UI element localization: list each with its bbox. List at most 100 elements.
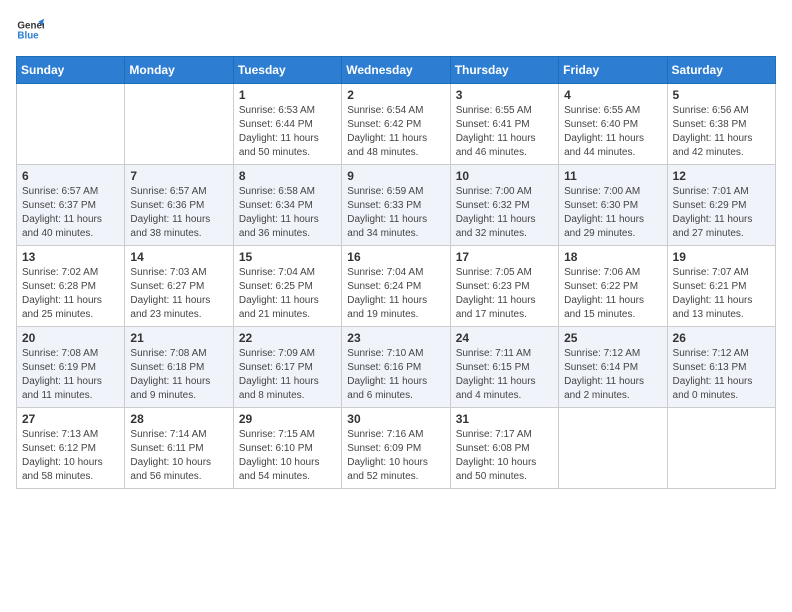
calendar-cell: 1Sunrise: 6:53 AM Sunset: 6:44 PM Daylig… (233, 84, 341, 165)
day-number: 9 (347, 169, 444, 183)
svg-text:Blue: Blue (17, 30, 39, 41)
calendar-cell: 21 Sunrise: 7:08 AM Sunset: 6:18 PM Dayli… (125, 327, 233, 408)
calendar-cell (667, 408, 775, 489)
day-number: 6 (22, 169, 119, 183)
day-number: 17 (456, 250, 553, 264)
calendar-header-sunday: Sunday (17, 57, 125, 84)
day-info: Sunrise: 7:08 AM Sunset: 6:18 PM Dayligh… (130, 347, 227, 403)
calendar-cell: 29Sunrise: 7:15 AM Sunset: 6:10 PM Dayli… (233, 408, 341, 489)
logo: General Blue (16, 16, 48, 44)
calendar-cell: 27 Sunrise: 7:13 AM Sunset: 6:12 PM Dayli… (17, 408, 125, 489)
calendar-cell: 6 Sunrise: 6:57 AM Sunset: 6:37 PM Daylig… (17, 165, 125, 246)
calendar-cell: 26Sunrise: 7:12 AM Sunset: 6:13 PM Dayli… (667, 327, 775, 408)
calendar-cell: 7 Sunrise: 6:57 AM Sunset: 6:36 PM Daylig… (125, 165, 233, 246)
day-info: Sunrise: 7:09 AM Sunset: 6:17 PM Dayligh… (239, 347, 336, 403)
day-number: 3 (456, 88, 553, 102)
calendar-cell: 13 Sunrise: 7:02 AM Sunset: 6:28 PM Dayli… (17, 246, 125, 327)
day-info: Sunrise: 7:11 AM Sunset: 6:15 PM Dayligh… (456, 347, 553, 403)
day-number: 5 (673, 88, 770, 102)
day-info: Sunrise: 7:04 AM Sunset: 6:24 PM Dayligh… (347, 266, 444, 322)
day-number: 18 (564, 250, 661, 264)
day-info: Sunrise: 7:00 AM Sunset: 6:30 PM Dayligh… (564, 185, 661, 241)
day-number: 12 (673, 169, 770, 183)
day-info: Sunrise: 6:55 AM Sunset: 6:41 PM Dayligh… (456, 104, 553, 160)
day-info: Sunrise: 7:05 AM Sunset: 6:23 PM Dayligh… (456, 266, 553, 322)
calendar-cell: 2 Sunrise: 6:54 AM Sunset: 6:42 PM Daylig… (342, 84, 450, 165)
day-number: 28 (130, 412, 227, 426)
calendar-header-monday: Monday (125, 57, 233, 84)
calendar-cell: 24 Sunrise: 7:11 AM Sunset: 6:15 PM Dayli… (450, 327, 558, 408)
day-number: 14 (130, 250, 227, 264)
day-number: 10 (456, 169, 553, 183)
day-info: Sunrise: 7:16 AM Sunset: 6:09 PM Dayligh… (347, 428, 444, 484)
day-info: Sunrise: 7:10 AM Sunset: 6:16 PM Dayligh… (347, 347, 444, 403)
calendar-week-1: 1Sunrise: 6:53 AM Sunset: 6:44 PM Daylig… (17, 84, 776, 165)
calendar-cell: 22 Sunrise: 7:09 AM Sunset: 6:17 PM Dayli… (233, 327, 341, 408)
day-number: 2 (347, 88, 444, 102)
day-info: Sunrise: 7:03 AM Sunset: 6:27 PM Dayligh… (130, 266, 227, 322)
calendar-cell: 15Sunrise: 7:04 AM Sunset: 6:25 PM Dayli… (233, 246, 341, 327)
day-number: 11 (564, 169, 661, 183)
day-info: Sunrise: 7:07 AM Sunset: 6:21 PM Dayligh… (673, 266, 770, 322)
day-info: Sunrise: 7:12 AM Sunset: 6:13 PM Dayligh… (673, 347, 770, 403)
calendar-cell: 19 Sunrise: 7:07 AM Sunset: 6:21 PM Dayli… (667, 246, 775, 327)
calendar-cell: 23 Sunrise: 7:10 AM Sunset: 6:16 PM Dayli… (342, 327, 450, 408)
day-info: Sunrise: 7:15 AM Sunset: 6:10 PM Dayligh… (239, 428, 336, 484)
calendar-header-thursday: Thursday (450, 57, 558, 84)
day-info: Sunrise: 7:08 AM Sunset: 6:19 PM Dayligh… (22, 347, 119, 403)
calendar-header-friday: Friday (559, 57, 667, 84)
calendar-header-wednesday: Wednesday (342, 57, 450, 84)
day-number: 25 (564, 331, 661, 345)
day-number: 16 (347, 250, 444, 264)
logo-icon: General Blue (16, 16, 44, 44)
calendar-cell: 31 Sunrise: 7:17 AM Sunset: 6:08 PM Dayli… (450, 408, 558, 489)
calendar-cell (17, 84, 125, 165)
calendar-cell: 28 Sunrise: 7:14 AM Sunset: 6:11 PM Dayli… (125, 408, 233, 489)
day-number: 1 (239, 88, 336, 102)
calendar-week-4: 20 Sunrise: 7:08 AM Sunset: 6:19 PM Dayli… (17, 327, 776, 408)
day-number: 30 (347, 412, 444, 426)
day-info: Sunrise: 6:58 AM Sunset: 6:34 PM Dayligh… (239, 185, 336, 241)
day-number: 24 (456, 331, 553, 345)
day-number: 13 (22, 250, 119, 264)
calendar-week-3: 13 Sunrise: 7:02 AM Sunset: 6:28 PM Dayli… (17, 246, 776, 327)
day-info: Sunrise: 6:57 AM Sunset: 6:36 PM Dayligh… (130, 185, 227, 241)
calendar-cell (559, 408, 667, 489)
day-number: 8 (239, 169, 336, 183)
day-number: 19 (673, 250, 770, 264)
calendar-cell: 4Sunrise: 6:55 AM Sunset: 6:40 PM Daylig… (559, 84, 667, 165)
day-info: Sunrise: 7:14 AM Sunset: 6:11 PM Dayligh… (130, 428, 227, 484)
day-info: Sunrise: 6:55 AM Sunset: 6:40 PM Dayligh… (564, 104, 661, 160)
calendar-cell: 20 Sunrise: 7:08 AM Sunset: 6:19 PM Dayli… (17, 327, 125, 408)
day-info: Sunrise: 7:17 AM Sunset: 6:08 PM Dayligh… (456, 428, 553, 484)
day-number: 20 (22, 331, 119, 345)
day-info: Sunrise: 6:54 AM Sunset: 6:42 PM Dayligh… (347, 104, 444, 160)
calendar-cell: 9Sunrise: 6:59 AM Sunset: 6:33 PM Daylig… (342, 165, 450, 246)
day-number: 15 (239, 250, 336, 264)
day-info: Sunrise: 7:02 AM Sunset: 6:28 PM Dayligh… (22, 266, 119, 322)
day-number: 7 (130, 169, 227, 183)
calendar-cell: 11 Sunrise: 7:00 AM Sunset: 6:30 PM Dayli… (559, 165, 667, 246)
calendar-cell: 10 Sunrise: 7:00 AM Sunset: 6:32 PM Dayli… (450, 165, 558, 246)
day-number: 27 (22, 412, 119, 426)
calendar-cell: 17 Sunrise: 7:05 AM Sunset: 6:23 PM Dayli… (450, 246, 558, 327)
calendar-cell: 16 Sunrise: 7:04 AM Sunset: 6:24 PM Dayli… (342, 246, 450, 327)
day-number: 31 (456, 412, 553, 426)
day-number: 23 (347, 331, 444, 345)
calendar-week-5: 27 Sunrise: 7:13 AM Sunset: 6:12 PM Dayli… (17, 408, 776, 489)
day-info: Sunrise: 7:00 AM Sunset: 6:32 PM Dayligh… (456, 185, 553, 241)
day-number: 21 (130, 331, 227, 345)
calendar-cell: 14 Sunrise: 7:03 AM Sunset: 6:27 PM Dayli… (125, 246, 233, 327)
calendar-cell: 8 Sunrise: 6:58 AM Sunset: 6:34 PM Daylig… (233, 165, 341, 246)
calendar-header-row: SundayMondayTuesdayWednesdayThursdayFrid… (17, 57, 776, 84)
calendar-cell: 30 Sunrise: 7:16 AM Sunset: 6:09 PM Dayli… (342, 408, 450, 489)
day-info: Sunrise: 6:57 AM Sunset: 6:37 PM Dayligh… (22, 185, 119, 241)
calendar-cell: 12Sunrise: 7:01 AM Sunset: 6:29 PM Dayli… (667, 165, 775, 246)
calendar-week-2: 6 Sunrise: 6:57 AM Sunset: 6:37 PM Daylig… (17, 165, 776, 246)
day-info: Sunrise: 7:13 AM Sunset: 6:12 PM Dayligh… (22, 428, 119, 484)
day-info: Sunrise: 6:56 AM Sunset: 6:38 PM Dayligh… (673, 104, 770, 160)
day-number: 22 (239, 331, 336, 345)
page-header: General Blue (16, 16, 776, 44)
calendar-cell: 5 Sunrise: 6:56 AM Sunset: 6:38 PM Daylig… (667, 84, 775, 165)
day-info: Sunrise: 7:12 AM Sunset: 6:14 PM Dayligh… (564, 347, 661, 403)
